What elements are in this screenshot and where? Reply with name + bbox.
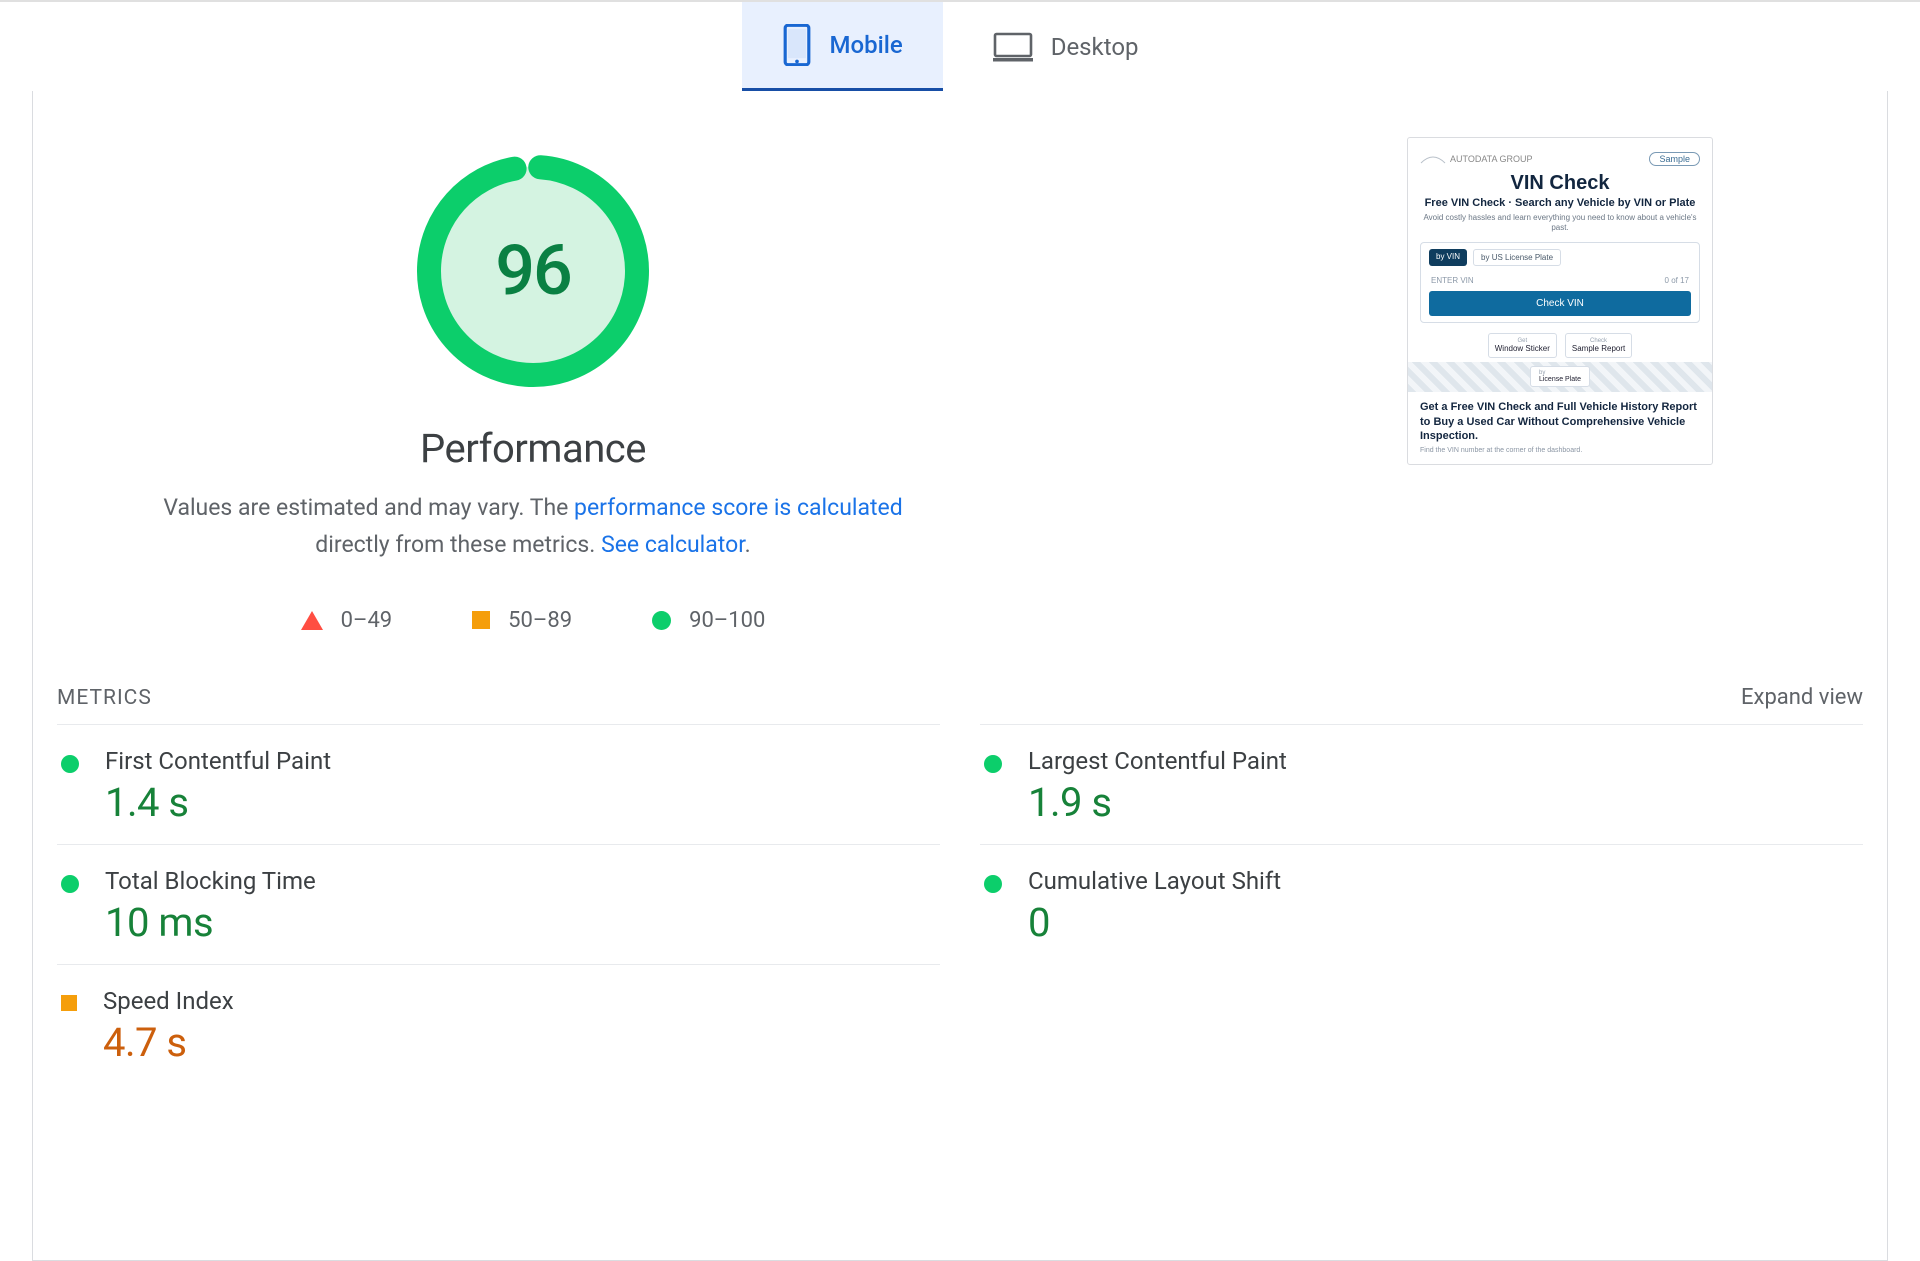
preview-mini-sample-report: CheckSample Report (1565, 333, 1632, 358)
performance-gauge: 96 (413, 151, 653, 391)
triangle-icon (301, 611, 323, 630)
square-icon (472, 611, 490, 629)
legend-good: 90–100 (652, 608, 765, 633)
page-screenshot-preview: AUTODATA GROUP Sample VIN Check Free VIN… (1073, 121, 1887, 465)
metric-value: 1.4 s (105, 779, 331, 826)
tab-mobile-label: Mobile (830, 31, 903, 59)
metric-value: 10 ms (105, 899, 316, 946)
performance-score: 96 (413, 151, 653, 391)
metrics-heading: METRICS (57, 686, 152, 710)
preview-tab-plate: by US License Plate (1473, 249, 1561, 266)
metric-name: Speed Index (103, 987, 234, 1015)
preview-mini-window-sticker: GetWindow Sticker (1488, 333, 1557, 358)
metric-name: Cumulative Layout Shift (1028, 867, 1281, 895)
legend-average: 50–89 (472, 608, 572, 633)
metric-row[interactable]: Total Blocking Time 10 ms (57, 844, 940, 964)
metrics-grid: First Contentful Paint 1.4 s Largest Conte… (57, 724, 1863, 1084)
desktop-icon (993, 32, 1033, 62)
circle-icon (652, 611, 671, 630)
link-see-calculator[interactable]: See calculator (601, 531, 745, 558)
metric-value: 1.9 s (1028, 779, 1287, 826)
preview-input-counter: 0 of 17 (1665, 276, 1689, 285)
circle-icon (984, 755, 1002, 773)
metric-row[interactable]: Cumulative Layout Shift 0 (980, 844, 1863, 964)
circle-icon (61, 755, 79, 773)
preview-badge: Sample (1649, 152, 1700, 166)
mobile-icon (782, 24, 812, 66)
performance-title: Performance (420, 425, 646, 472)
link-score-calculated[interactable]: performance score is calculated (574, 494, 903, 521)
metric-name: First Contentful Paint (105, 747, 331, 775)
metric-value: 4.7 s (103, 1019, 234, 1066)
circle-icon (61, 875, 79, 893)
metric-row[interactable]: Largest Contentful Paint 1.9 s (980, 724, 1863, 844)
preview-heading: VIN Check (1420, 172, 1700, 195)
legend-poor: 0–49 (301, 608, 393, 633)
performance-summary: 96 Performance Values are estimated and … (33, 121, 1033, 633)
expand-view-button[interactable]: Expand view (1741, 685, 1863, 710)
preview-input-placeholder: ENTER VIN (1431, 276, 1474, 285)
tab-mobile[interactable]: Mobile (742, 2, 943, 91)
circle-icon (984, 875, 1002, 893)
preview-tab-vin: by VIN (1429, 249, 1467, 266)
score-legend: 0–49 50–89 90–100 (301, 608, 766, 633)
preview-license-plate: byLicense Plate (1530, 366, 1590, 387)
preview-paragraph: Get a Free VIN Check and Full Vehicle Hi… (1420, 400, 1700, 445)
preview-tagline: Avoid costly hassles and learn everythin… (1420, 213, 1700, 234)
preview-fineprint: Find the VIN number at the corner of the… (1420, 447, 1700, 454)
metric-name: Largest Contentful Paint (1028, 747, 1287, 775)
metric-row[interactable]: Speed Index 4.7 s (57, 964, 940, 1084)
preview-logo: AUTODATA GROUP (1420, 154, 1533, 164)
tab-desktop-label: Desktop (1051, 33, 1139, 61)
performance-description: Values are estimated and may vary. The p… (143, 490, 923, 564)
metric-name: Total Blocking Time (105, 867, 316, 895)
tab-desktop[interactable]: Desktop (953, 2, 1179, 91)
metric-value: 0 (1028, 899, 1281, 946)
preview-subheading: Free VIN Check · Search any Vehicle by V… (1420, 197, 1700, 209)
device-tabs: Mobile Desktop (0, 2, 1920, 91)
metric-row[interactable]: First Contentful Paint 1.4 s (57, 724, 940, 844)
preview-cta: Check VIN (1429, 291, 1691, 316)
square-icon (61, 995, 77, 1011)
